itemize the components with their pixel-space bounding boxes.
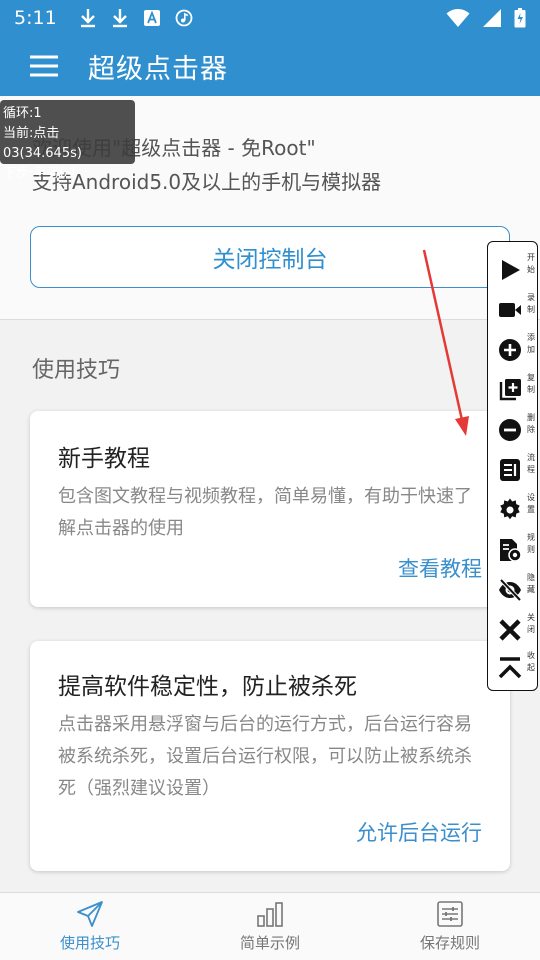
play-icon xyxy=(502,260,520,280)
allow-background-link[interactable]: 允许后台运行 xyxy=(356,817,482,847)
tutorial-card: 新手教程 包含图文教程与视频教程，简单易懂，有助于快速了解点击器的使用 查看教程 xyxy=(30,411,510,607)
hamburger-icon xyxy=(30,55,58,77)
view-tutorial-link[interactable]: 查看教程 xyxy=(398,553,482,583)
run-status-overlay[interactable]: 循环:1 当前:点击03(34.645s) 下步:手势04 xyxy=(0,100,135,181)
tool-label: 录制 xyxy=(527,293,535,314)
section-title: 使用技巧 xyxy=(32,358,121,383)
app-bar: 超级点击器 xyxy=(0,36,540,96)
send-icon xyxy=(77,901,103,927)
tool-label: 流程 xyxy=(527,453,535,474)
collapse-button[interactable]: 收起 xyxy=(488,648,539,688)
add-icon xyxy=(499,339,521,361)
status-time: 5:11 xyxy=(14,7,57,29)
tool-label: 设置 xyxy=(527,493,535,514)
sliders-icon xyxy=(437,901,463,927)
delete-button[interactable]: 删除 xyxy=(488,410,539,450)
tool-label: 开始 xyxy=(527,253,535,274)
collapse-icon xyxy=(498,657,522,679)
tool-label: 添加 xyxy=(527,333,535,354)
close-console-button[interactable]: 关闭控制台 xyxy=(30,226,510,288)
music-note-icon xyxy=(175,9,193,27)
close-button[interactable]: 关闭 xyxy=(488,610,539,650)
app-title: 超级点击器 xyxy=(88,53,228,85)
settings-button[interactable]: 设置 xyxy=(488,490,539,530)
nav-label: 使用技巧 xyxy=(59,934,120,952)
nav-examples[interactable]: 简单示例 xyxy=(180,893,360,960)
bar-chart-icon xyxy=(257,902,283,927)
flow-button[interactable]: 流程 xyxy=(488,450,539,490)
tool-label: 删除 xyxy=(527,413,535,434)
bottom-nav: 使用技巧 简单示例 保存规则 xyxy=(0,892,540,960)
card-body: 点击器采用悬浮窗与后台的运行方式，后台运行容易被系统杀死，设置后台运行权限，可以… xyxy=(58,714,472,799)
loop-count: 循环:1 xyxy=(3,106,42,121)
close-icon xyxy=(499,619,521,641)
signal-icon xyxy=(483,9,501,27)
rules-button[interactable]: 规则 xyxy=(488,530,539,570)
eye-off-icon xyxy=(499,578,522,602)
copy-icon xyxy=(499,379,521,401)
menu-button[interactable] xyxy=(0,36,88,96)
nav-label: 简单示例 xyxy=(239,934,300,952)
stability-card: 提高软件稳定性，防止被杀死 点击器采用悬浮窗与后台的运行方式，后台运行容易被系统… xyxy=(30,641,510,871)
floating-toolbar: 开始 录制 添加 复制 删除 流程 设置 规则 隐藏 关闭 收起 xyxy=(487,241,538,691)
copy-button[interactable]: 复制 xyxy=(488,370,539,410)
card-title: 提高软件稳定性，防止被杀死 xyxy=(58,674,357,700)
tool-label: 规则 xyxy=(527,533,535,554)
battery-icon xyxy=(514,8,526,28)
card-title: 新手教程 xyxy=(58,446,150,472)
tool-label: 复制 xyxy=(527,373,535,394)
nav-saved-rules[interactable]: 保存规则 xyxy=(360,893,540,960)
tool-label: 关闭 xyxy=(527,613,535,634)
download-icon xyxy=(112,9,127,28)
add-button[interactable]: 添加 xyxy=(488,330,539,370)
record-button[interactable]: 录制 xyxy=(488,290,539,330)
tool-label: 隐藏 xyxy=(527,573,535,594)
video-icon xyxy=(499,303,521,317)
rules-icon xyxy=(500,539,522,562)
nav-label: 保存规则 xyxy=(419,934,480,952)
gear-icon xyxy=(500,498,520,520)
next-step: 下步:手势04 xyxy=(3,166,76,181)
app-a-icon xyxy=(143,10,160,26)
card-body: 包含图文教程与视频教程，简单易懂，有助于快速了解点击器的使用 xyxy=(58,486,472,539)
download-icon xyxy=(80,9,95,28)
flow-icon xyxy=(500,459,520,481)
remove-icon xyxy=(499,419,521,441)
status-bar: 5:11 xyxy=(0,0,540,36)
nav-tips[interactable]: 使用技巧 xyxy=(0,893,180,960)
wifi-icon xyxy=(446,9,470,27)
tool-label: 收起 xyxy=(527,651,535,672)
hide-button[interactable]: 隐藏 xyxy=(488,570,539,610)
start-button[interactable]: 开始 xyxy=(488,250,539,290)
current-step: 当前:点击03(34.645s) xyxy=(3,126,82,161)
